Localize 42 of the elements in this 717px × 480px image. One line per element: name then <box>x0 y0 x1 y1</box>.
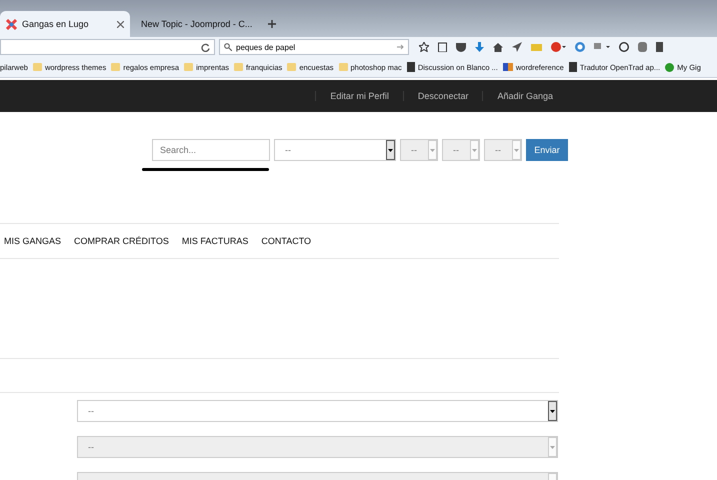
submit-button[interactable]: Enviar <box>526 139 568 161</box>
menu-link[interactable]: CONTACTO <box>261 236 312 246</box>
menu-link[interactable]: COMPRAR CRÉDITOS <box>74 236 169 246</box>
close-icon[interactable] <box>117 20 124 28</box>
caret-icon <box>548 437 557 457</box>
nav-link[interactable]: Desconectar <box>402 91 482 101</box>
folder-icon <box>287 63 296 71</box>
menu-link[interactable]: MIS FACTURAS <box>182 236 248 246</box>
logo-icon <box>6 18 17 30</box>
folder-icon <box>111 63 120 71</box>
address-field[interactable] <box>0 39 215 55</box>
nav-link[interactable]: Añadir Ganga <box>482 91 567 101</box>
caret-icon <box>428 140 437 160</box>
reload-icon[interactable] <box>201 42 210 52</box>
caret-icon <box>386 140 395 160</box>
caret-icon <box>512 140 521 160</box>
nav-link[interactable]: Editar mi Perfil <box>315 91 403 101</box>
home-icon[interactable] <box>493 42 503 52</box>
paper-plane-icon[interactable] <box>512 42 522 52</box>
page-icon <box>406 62 415 72</box>
folder-icon <box>234 63 244 71</box>
arrow-icon[interactable] <box>397 44 404 50</box>
badge-icon[interactable] <box>575 42 585 52</box>
search-field[interactable]: peques de papel <box>219 39 409 55</box>
search-input[interactable]: Search... <box>152 139 270 161</box>
search-icon <box>224 43 232 51</box>
caret-icon <box>470 140 479 160</box>
folder-icon <box>338 63 348 71</box>
new-tab-icon[interactable] <box>268 20 276 28</box>
folder-icon <box>184 63 194 71</box>
dropdown[interactable]: -- <box>77 400 558 422</box>
page-icon <box>568 62 577 72</box>
browser-tab[interactable]: Gangas en Lugo <box>0 11 130 37</box>
site-logo-icon <box>665 62 674 72</box>
folder-icon <box>32 63 42 71</box>
dropdown[interactable]: -- <box>274 139 396 161</box>
star-icon[interactable] <box>419 42 429 52</box>
site-icon <box>502 63 513 71</box>
caret-icon <box>548 401 557 421</box>
download-icon[interactable] <box>475 42 484 52</box>
browser-tab[interactable]: New Topic - Joomprod - C... <box>130 11 258 37</box>
menu-link[interactable]: MIS GANGAS <box>4 236 62 246</box>
